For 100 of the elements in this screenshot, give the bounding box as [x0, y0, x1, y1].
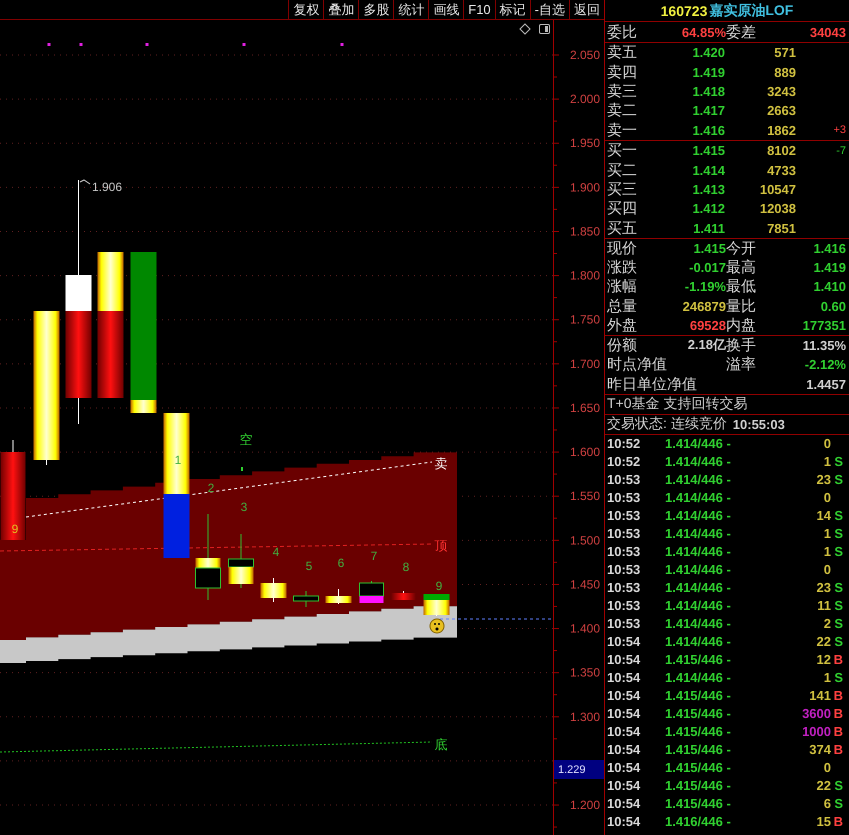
tick-volume: 3600 — [801, 706, 831, 722]
tick-price: 1.414/446 - — [665, 544, 732, 560]
tick-price: 1.414/446 - — [665, 562, 732, 578]
toolbar-button[interactable]: 叠加 — [323, 0, 358, 19]
tick-time: 10:54 — [607, 760, 642, 776]
tick-side: S — [833, 796, 844, 812]
axis-label: 1.750 — [570, 312, 600, 327]
tick-time: 10:53 — [607, 490, 642, 506]
field-value: 64.85% — [680, 24, 726, 40]
tick-volume: 1 — [822, 454, 831, 470]
order-price: 1.411 — [692, 220, 725, 236]
order-price: 1.420 — [691, 45, 725, 60]
order-volume: 12038 — [758, 201, 796, 216]
tick-volume: 6 — [822, 796, 831, 812]
axis-label: 1.500 — [570, 533, 600, 548]
tick-price: 1.414/446 - — [665, 526, 732, 542]
count-label: 6 — [338, 556, 344, 570]
axis-label: 1.350 — [570, 666, 600, 680]
count-label: 3 — [240, 500, 248, 514]
tick-volume: 141 — [808, 688, 831, 704]
order-volume: 3243 — [766, 84, 796, 99]
axis-label: 1.900 — [570, 180, 600, 194]
tick-price: 1.414/446 - — [665, 436, 732, 452]
order-level-label: 卖五 — [607, 43, 638, 62]
order-price: 1.418 — [691, 84, 725, 99]
tick-side: S — [833, 580, 844, 596]
tick-volume: 22 — [816, 634, 831, 650]
order-change: -7 — [835, 144, 846, 157]
order-level-label: 卖二 — [607, 101, 638, 120]
tick-volume: 0 — [822, 436, 831, 452]
tick-time: 10:53 — [607, 472, 642, 488]
toolbar-button[interactable]: 统计 — [393, 0, 428, 19]
candlestick — [326, 588, 352, 604]
toolbar-button[interactable]: 返回 — [569, 0, 604, 19]
tick-volume: 1 — [822, 526, 831, 542]
tick-side: B — [832, 724, 844, 740]
axis-label: 1.700 — [570, 356, 600, 371]
tick-side: B — [832, 742, 844, 758]
count-label: 4 — [272, 545, 280, 559]
tick-side: S — [833, 544, 844, 560]
tick-side: S — [833, 508, 844, 524]
candlestick — [293, 590, 319, 608]
tick-price: 1.414/446 - — [665, 616, 732, 632]
field-label: 委比 — [607, 22, 638, 42]
axis-label: 1.400 — [570, 622, 600, 636]
candlestick — [359, 580, 384, 604]
order-volume: 10547 — [758, 182, 796, 197]
tick-price: 1.414/446 - — [665, 472, 732, 488]
smiley-icon — [430, 618, 444, 634]
signal-tick — [241, 467, 243, 471]
field-value: -2.12% — [804, 357, 846, 372]
tick-time: 10:53 — [607, 580, 642, 596]
order-price: 1.415 — [691, 143, 725, 158]
axis-label: 1.300 — [570, 710, 600, 724]
field-value: 34043 — [808, 24, 846, 40]
order-level-label: 买一 — [607, 141, 638, 160]
toolbar-button[interactable]: 多股 — [358, 0, 394, 19]
tick-time: 10:54 — [607, 706, 642, 722]
tick-time: 10:53 — [607, 598, 642, 614]
tick-price: 1.415/446 - — [665, 652, 732, 668]
order-level-label: 买四 — [607, 199, 638, 218]
order-price: 1.413 — [691, 182, 725, 197]
tick-price: 1.416/446 - — [665, 814, 732, 830]
axis-label: 2.050 — [570, 48, 600, 62]
order-level-label: 卖四 — [607, 62, 638, 82]
panel-toggle-icon[interactable] — [539, 24, 550, 34]
toolbar-button[interactable]: F10 — [463, 0, 495, 19]
tick-volume: 0 — [822, 490, 831, 506]
diamond-icon[interactable] — [519, 23, 531, 35]
tick-side: B — [832, 688, 844, 704]
toolbar-button[interactable]: -自选 — [530, 0, 569, 19]
tick-side: S — [833, 634, 844, 650]
tick-price: 1.415/446 - — [665, 760, 732, 776]
toolbar-button[interactable]: 画线 — [428, 0, 464, 19]
field-label: 委差 — [726, 22, 757, 42]
tick-time: 10:54 — [607, 688, 642, 704]
tick-side: S — [833, 598, 844, 614]
candlestick — [392, 590, 416, 600]
field-value: -1.19% — [684, 279, 726, 294]
field-label: 总量 — [607, 296, 638, 316]
tick-price: 1.414/446 - — [665, 580, 732, 596]
high-marker-icon — [80, 179, 90, 184]
toolbar-button[interactable]: 标记 — [494, 0, 530, 19]
tick-side: S — [833, 778, 844, 794]
signal-label: 空 — [240, 432, 252, 447]
order-price: 1.417 — [691, 103, 725, 118]
field-value: 1.419 — [812, 260, 846, 276]
trading-status: 交易状态: 连续竞价 — [607, 415, 727, 434]
order-volume: 7851 — [766, 220, 796, 236]
axis-label: 1.450 — [570, 577, 600, 592]
tick-volume: 0 — [822, 760, 831, 776]
tick-price: 1.415/446 - — [665, 706, 732, 722]
order-volume: 889 — [773, 64, 796, 80]
field-value: 177351 — [802, 318, 846, 333]
tick-side: S — [833, 526, 844, 542]
tick-price: 1.415/446 - — [665, 688, 732, 704]
toolbar-button[interactable]: 复权 — [288, 0, 324, 19]
tick-volume: 1000 — [801, 724, 831, 740]
tick-price: 1.415/446 - — [665, 742, 732, 758]
tick-side: B — [832, 706, 844, 722]
